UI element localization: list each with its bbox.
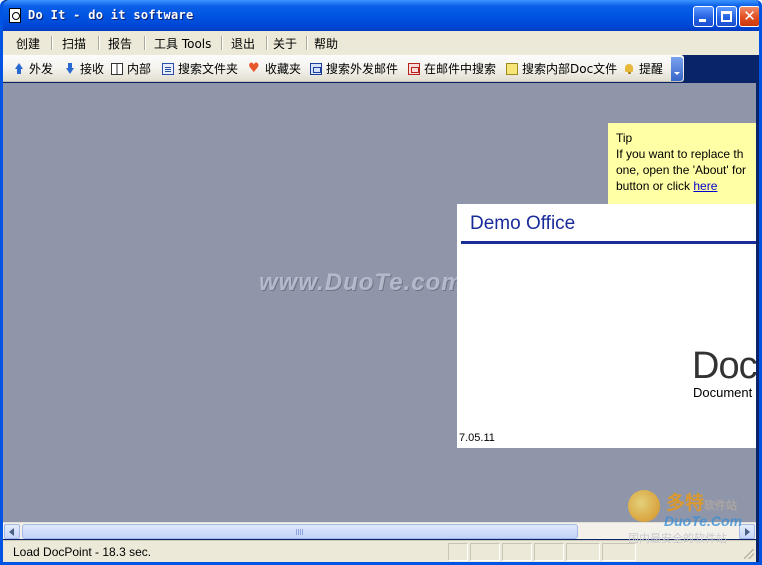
resize-grip-icon[interactable] [744, 549, 754, 559]
toolbar-overflow-chevron-icon[interactable] [671, 57, 683, 81]
demo-office-panel: Demo Office Doc Document 7.05.11 [457, 204, 756, 448]
tool-favorites[interactable]: ♥ 收藏夹 [248, 60, 301, 77]
tool-search-outgoing-mail[interactable]: 搜索外发邮件 [310, 60, 398, 77]
menu-separator [98, 36, 100, 50]
heart-icon: ♥ [248, 60, 260, 76]
docpoint-logo: Doc [692, 345, 756, 387]
duote-brand-watermark: 多特软件站 DuoTe.Com 国内最安全的软件站 [628, 488, 758, 548]
tool-reminder[interactable]: 提醒 [623, 60, 663, 77]
tool-outgoing[interactable]: 外发 [13, 60, 53, 77]
tool-search-in-mail[interactable]: 在邮件中搜索 [408, 60, 496, 77]
version-label: 7.05.11 [459, 432, 495, 444]
toolbar: 外发 接收 内部 搜索文件夹 ♥ 收藏夹 搜索外发邮件 在邮件中搜索 搜索内部D… [3, 55, 684, 82]
minimize-icon [699, 19, 706, 22]
brand-slogan: 国内最安全的软件站 [628, 532, 727, 545]
tool-internal[interactable]: 内部 [111, 60, 151, 77]
tip-text-line: button or click here [616, 178, 756, 194]
tool-incoming[interactable]: 接收 [64, 60, 104, 77]
tip-text-line: one, open the 'About' for [616, 163, 747, 177]
brand-name-cn-main: 多特 [666, 492, 705, 514]
card-icon [162, 62, 174, 75]
status-panel [448, 543, 468, 561]
scrollbar-thumb[interactable] [22, 524, 578, 539]
mail-icon [310, 62, 322, 75]
tip-heading: Tip [616, 131, 633, 145]
tool-label: 在邮件中搜索 [424, 62, 497, 76]
menu-bar: 创建 扫描 报告 工具 Tools 退出 关于 帮助 [3, 31, 759, 55]
menu-scan[interactable]: 扫描 [62, 35, 86, 52]
menu-about[interactable]: 关于 [273, 35, 297, 52]
tool-label: 内部 [127, 62, 152, 76]
status-panel [534, 543, 564, 561]
window-title: Do It - do it software [28, 8, 194, 22]
tip-text-prefix: button or click [616, 179, 694, 193]
duote-logo-icon [628, 490, 660, 522]
docpoint-logo-subtitle: Document [693, 385, 753, 400]
menu-separator [306, 36, 308, 50]
brand-name-cn-suffix: 软件站 [704, 499, 738, 512]
tip-text-line: If you want to replace th [616, 147, 744, 161]
close-icon: ✕ [743, 7, 756, 25]
title-bar[interactable]: Do It - do it software ✕ [3, 0, 759, 31]
brand-name-en: DuoTe.Com [664, 513, 743, 529]
mail-red-icon [408, 62, 420, 75]
tool-search-folder[interactable]: 搜索文件夹 [162, 60, 238, 77]
menu-separator [144, 36, 146, 50]
tool-label: 接收 [80, 62, 105, 76]
close-button[interactable]: ✕ [739, 6, 759, 27]
tip-here-link[interactable]: here [693, 179, 717, 193]
main-content-area: www.DuoTe.com Tip If you want to replace… [3, 83, 756, 522]
menu-help[interactable]: 帮助 [314, 35, 338, 52]
arrow-down-icon [64, 62, 76, 75]
scrollbar-grip [296, 529, 304, 535]
tool-label: 搜索文件夹 [178, 62, 239, 76]
menu-tools[interactable]: 工具 Tools [154, 35, 211, 52]
status-text: Load DocPoint - 18.3 sec. [13, 545, 152, 559]
menu-exit[interactable]: 退出 [231, 35, 255, 52]
site-watermark: www.DuoTe.com [259, 269, 464, 296]
minimize-button[interactable] [693, 6, 714, 27]
app-icon[interactable] [9, 8, 21, 23]
tool-label: 搜索外发邮件 [326, 62, 399, 76]
maximize-icon [721, 11, 732, 22]
status-panel [470, 543, 500, 561]
scroll-left-icon[interactable] [4, 524, 20, 539]
tool-label: 搜索内部Doc文件 [522, 62, 618, 76]
tool-search-internal-doc[interactable]: 搜索内部Doc文件 [506, 60, 617, 77]
doc-icon [506, 62, 518, 75]
tool-label: 收藏夹 [265, 62, 302, 76]
status-panel [566, 543, 600, 561]
demo-divider [461, 241, 756, 244]
status-panel [502, 543, 532, 561]
demo-title: Demo Office [470, 213, 576, 234]
menu-separator [266, 36, 268, 50]
tip-panel: Tip If you want to replace th one, open … [608, 123, 756, 204]
menu-separator [221, 36, 223, 50]
tool-label: 外发 [29, 62, 54, 76]
brand-name-cn: 多特软件站 [666, 488, 737, 515]
tool-label: 提醒 [639, 62, 664, 76]
book-icon [111, 62, 123, 75]
arrow-up-icon [13, 62, 25, 75]
menu-separator [51, 36, 53, 50]
bell-icon [623, 63, 635, 75]
menu-report[interactable]: 报告 [108, 35, 132, 52]
maximize-button[interactable] [716, 6, 737, 27]
menu-create[interactable]: 创建 [16, 35, 40, 52]
